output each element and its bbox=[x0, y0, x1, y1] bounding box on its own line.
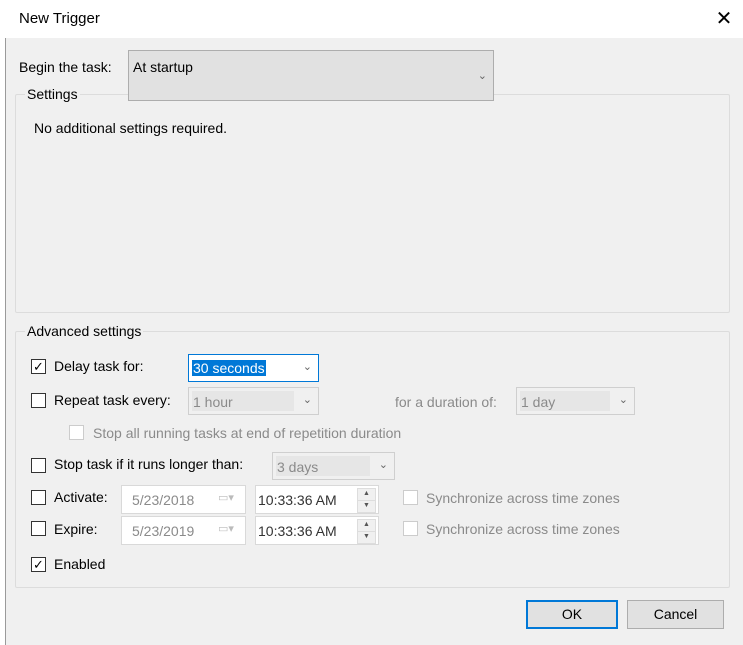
activate-date-value: 5/23/2018 bbox=[132, 492, 195, 508]
dialog-title: New Trigger bbox=[19, 10, 100, 27]
close-icon[interactable]: ✕ bbox=[713, 6, 735, 32]
background-window bbox=[0, 0, 6, 645]
settings-message: No additional settings required. bbox=[34, 120, 228, 136]
cancel-button[interactable]: Cancel bbox=[627, 600, 724, 629]
chevron-down-icon: ⌄ bbox=[618, 394, 628, 406]
expire-sync-label: Synchronize across time zones bbox=[426, 521, 620, 537]
activate-checkbox[interactable] bbox=[31, 490, 46, 505]
activate-label: Activate: bbox=[54, 489, 108, 505]
chevron-down-icon: ⌄ bbox=[477, 70, 487, 82]
delay-task-value: 30 seconds bbox=[192, 360, 266, 376]
duration-dropdown[interactable]: 1 day ⌄ bbox=[516, 387, 635, 415]
repeat-interval-value: 1 hour bbox=[193, 394, 233, 410]
advanced-settings-legend: Advanced settings bbox=[25, 323, 144, 339]
repeat-interval-dropdown[interactable]: 1 hour ⌄ bbox=[188, 387, 319, 415]
begin-task-value: At startup bbox=[133, 59, 193, 75]
stop-task-checkbox[interactable] bbox=[31, 458, 46, 473]
begin-task-dropdown[interactable]: At startup ⌄ bbox=[128, 50, 494, 101]
enabled-checkbox[interactable]: ✓ bbox=[31, 557, 46, 572]
repeat-task-label: Repeat task every: bbox=[54, 392, 171, 408]
expire-label: Expire: bbox=[54, 521, 98, 537]
spin-down-icon[interactable]: ▼ bbox=[357, 500, 376, 513]
title-bar: New Trigger ✕ bbox=[5, 0, 743, 38]
begin-task-label: Begin the task: bbox=[19, 59, 112, 75]
spin-down-icon[interactable]: ▼ bbox=[357, 531, 376, 544]
chevron-down-icon: ⌄ bbox=[302, 394, 312, 406]
expire-date-value: 5/23/2019 bbox=[132, 523, 195, 539]
chevron-down-icon: ⌄ bbox=[378, 459, 388, 471]
delay-task-checkbox[interactable]: ✓ bbox=[31, 359, 46, 374]
settings-legend: Settings bbox=[25, 86, 80, 102]
repeat-task-checkbox[interactable] bbox=[31, 393, 46, 408]
activate-sync-checkbox[interactable] bbox=[403, 490, 418, 505]
stop-task-value: 3 days bbox=[277, 459, 319, 475]
stop-all-label: Stop all running tasks at end of repetit… bbox=[93, 425, 402, 441]
expire-sync-checkbox[interactable] bbox=[403, 521, 418, 536]
chevron-down-icon: ⌄ bbox=[302, 361, 312, 373]
calendar-icon[interactable]: ▭▾ bbox=[218, 522, 234, 535]
delay-task-label: Delay task for: bbox=[54, 358, 144, 374]
enabled-label: Enabled bbox=[54, 556, 106, 572]
delay-task-dropdown[interactable]: 30 seconds ⌄ bbox=[188, 354, 319, 382]
activate-sync-label: Synchronize across time zones bbox=[426, 490, 620, 506]
duration-value: 1 day bbox=[521, 394, 556, 410]
stop-task-dropdown[interactable]: 3 days ⌄ bbox=[272, 452, 395, 480]
expire-date-picker[interactable]: 5/23/2019 ▭▾ bbox=[121, 516, 246, 545]
calendar-icon[interactable]: ▭▾ bbox=[218, 491, 234, 504]
activate-date-picker[interactable]: 5/23/2018 ▭▾ bbox=[121, 485, 246, 514]
ok-button[interactable]: OK bbox=[526, 600, 618, 629]
expire-checkbox[interactable] bbox=[31, 521, 46, 536]
duration-label: for a duration of: bbox=[395, 394, 497, 410]
stop-task-label: Stop task if it runs longer than: bbox=[54, 456, 244, 472]
activate-time-picker[interactable]: 10:33:36 AM ▲ ▼ bbox=[255, 485, 379, 514]
activate-time-value: 10:33:36 AM bbox=[258, 492, 337, 508]
expire-time-value: 10:33:36 AM bbox=[258, 523, 337, 539]
expire-time-picker[interactable]: 10:33:36 AM ▲ ▼ bbox=[255, 516, 379, 545]
stop-all-checkbox[interactable] bbox=[69, 425, 84, 440]
